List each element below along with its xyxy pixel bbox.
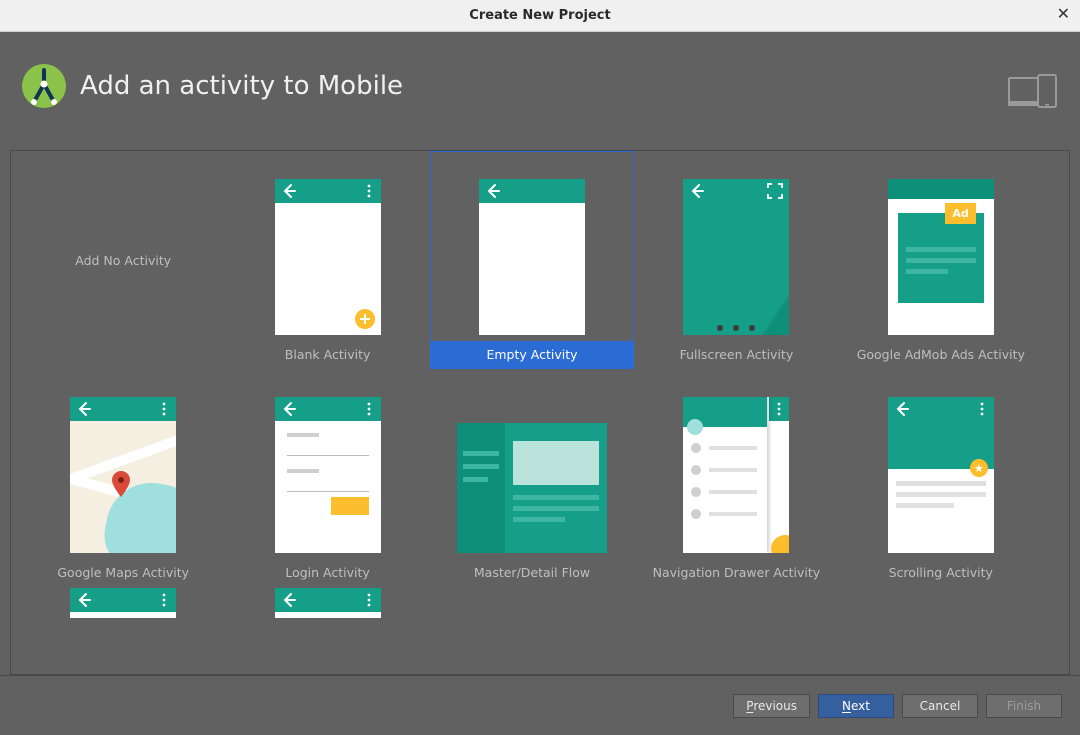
template-label: Add No Activity — [22, 247, 224, 274]
back-arrow-icon — [76, 592, 92, 612]
map-pin-icon — [112, 471, 130, 501]
template-thumbnail: Ad — [888, 179, 994, 335]
template-label: Google Maps Activity — [22, 559, 224, 586]
template-label: Master/Detail Flow — [431, 559, 633, 586]
overflow-menu-icon — [363, 401, 375, 420]
template-thumbnail: ★ — [888, 397, 994, 553]
finish-button: Finish — [986, 694, 1062, 718]
form-factor-icon — [1008, 74, 1058, 114]
window-title: Create New Project — [469, 8, 610, 23]
back-arrow-icon — [76, 401, 92, 421]
back-arrow-icon — [281, 401, 297, 421]
window-titlebar: Create New Project ✕ — [0, 0, 1080, 32]
template-label: Google AdMob Ads Activity — [840, 341, 1042, 368]
template-admob-activity[interactable]: Ad Google AdMob Ads Activity — [839, 151, 1043, 369]
template-label: Navigation Drawer Activity — [635, 559, 837, 586]
overflow-menu-icon — [158, 592, 170, 611]
template-login-activity[interactable]: Login Activity — [225, 369, 429, 587]
fab-icon — [771, 535, 789, 553]
back-arrow-icon — [894, 401, 910, 421]
wizard-title: Add an activity to Mobile — [80, 71, 403, 101]
template-label: Fullscreen Activity — [635, 341, 837, 368]
next-button[interactable]: Next — [818, 694, 894, 718]
template-thumbnail — [683, 397, 789, 553]
template-thumbnail — [70, 397, 176, 553]
template-empty-activity[interactable]: Empty Activity — [430, 151, 634, 369]
template-navigation-drawer-activity[interactable]: Navigation Drawer Activity — [634, 369, 838, 587]
back-arrow-icon — [485, 183, 501, 203]
template-row-peek[interactable] — [225, 587, 429, 617]
template-fullscreen-activity[interactable]: Fullscreen Activity — [634, 151, 838, 369]
template-label: Login Activity — [226, 559, 428, 586]
overflow-menu-icon — [363, 592, 375, 611]
template-google-maps-activity[interactable]: Google Maps Activity — [21, 369, 225, 587]
template-master-detail-flow[interactable]: Master/Detail Flow — [430, 369, 634, 587]
overflow-menu-icon — [158, 401, 170, 420]
template-row-peek[interactable] — [21, 587, 225, 617]
template-scrolling-activity[interactable]: ★ Scrolling Activity — [839, 369, 1043, 587]
back-arrow-icon — [281, 592, 297, 612]
template-thumbnail — [275, 179, 381, 335]
back-arrow-icon — [281, 183, 297, 203]
nav-dots-icon — [683, 325, 789, 331]
overflow-menu-icon — [773, 401, 785, 420]
fullscreen-icon — [767, 183, 783, 203]
template-label: Scrolling Activity — [840, 559, 1042, 586]
template-thumbnail — [70, 588, 176, 618]
back-arrow-icon — [689, 183, 705, 203]
wizard-body: Add No Activity — [0, 140, 1080, 675]
template-thumbnail — [457, 423, 607, 553]
previous-button[interactable]: Previous — [733, 694, 810, 718]
template-label: Empty Activity — [431, 341, 633, 368]
template-blank-activity[interactable]: Blank Activity — [225, 151, 429, 369]
cancel-button[interactable]: Cancel — [902, 694, 978, 718]
star-fab-icon: ★ — [970, 459, 988, 477]
fab-icon — [355, 309, 375, 329]
template-thumbnail — [479, 179, 585, 335]
template-label: Blank Activity — [226, 341, 428, 368]
android-studio-logo-icon — [20, 62, 68, 110]
template-add-no-activity[interactable]: Add No Activity — [21, 151, 225, 369]
template-thumbnail — [275, 588, 381, 618]
wizard-footer: Previous Next Cancel Finish — [0, 675, 1080, 735]
template-gallery-scroll[interactable]: Add No Activity — [11, 151, 1053, 674]
template-gallery: Add No Activity — [10, 150, 1070, 675]
template-thumbnail — [683, 179, 789, 335]
overflow-menu-icon — [976, 401, 988, 420]
template-thumbnail — [275, 397, 381, 553]
overflow-menu-icon — [363, 183, 375, 202]
ad-badge: Ad — [945, 203, 975, 224]
window-close-button[interactable]: ✕ — [1057, 4, 1070, 23]
wizard-header: Add an activity to Mobile — [0, 32, 1080, 140]
